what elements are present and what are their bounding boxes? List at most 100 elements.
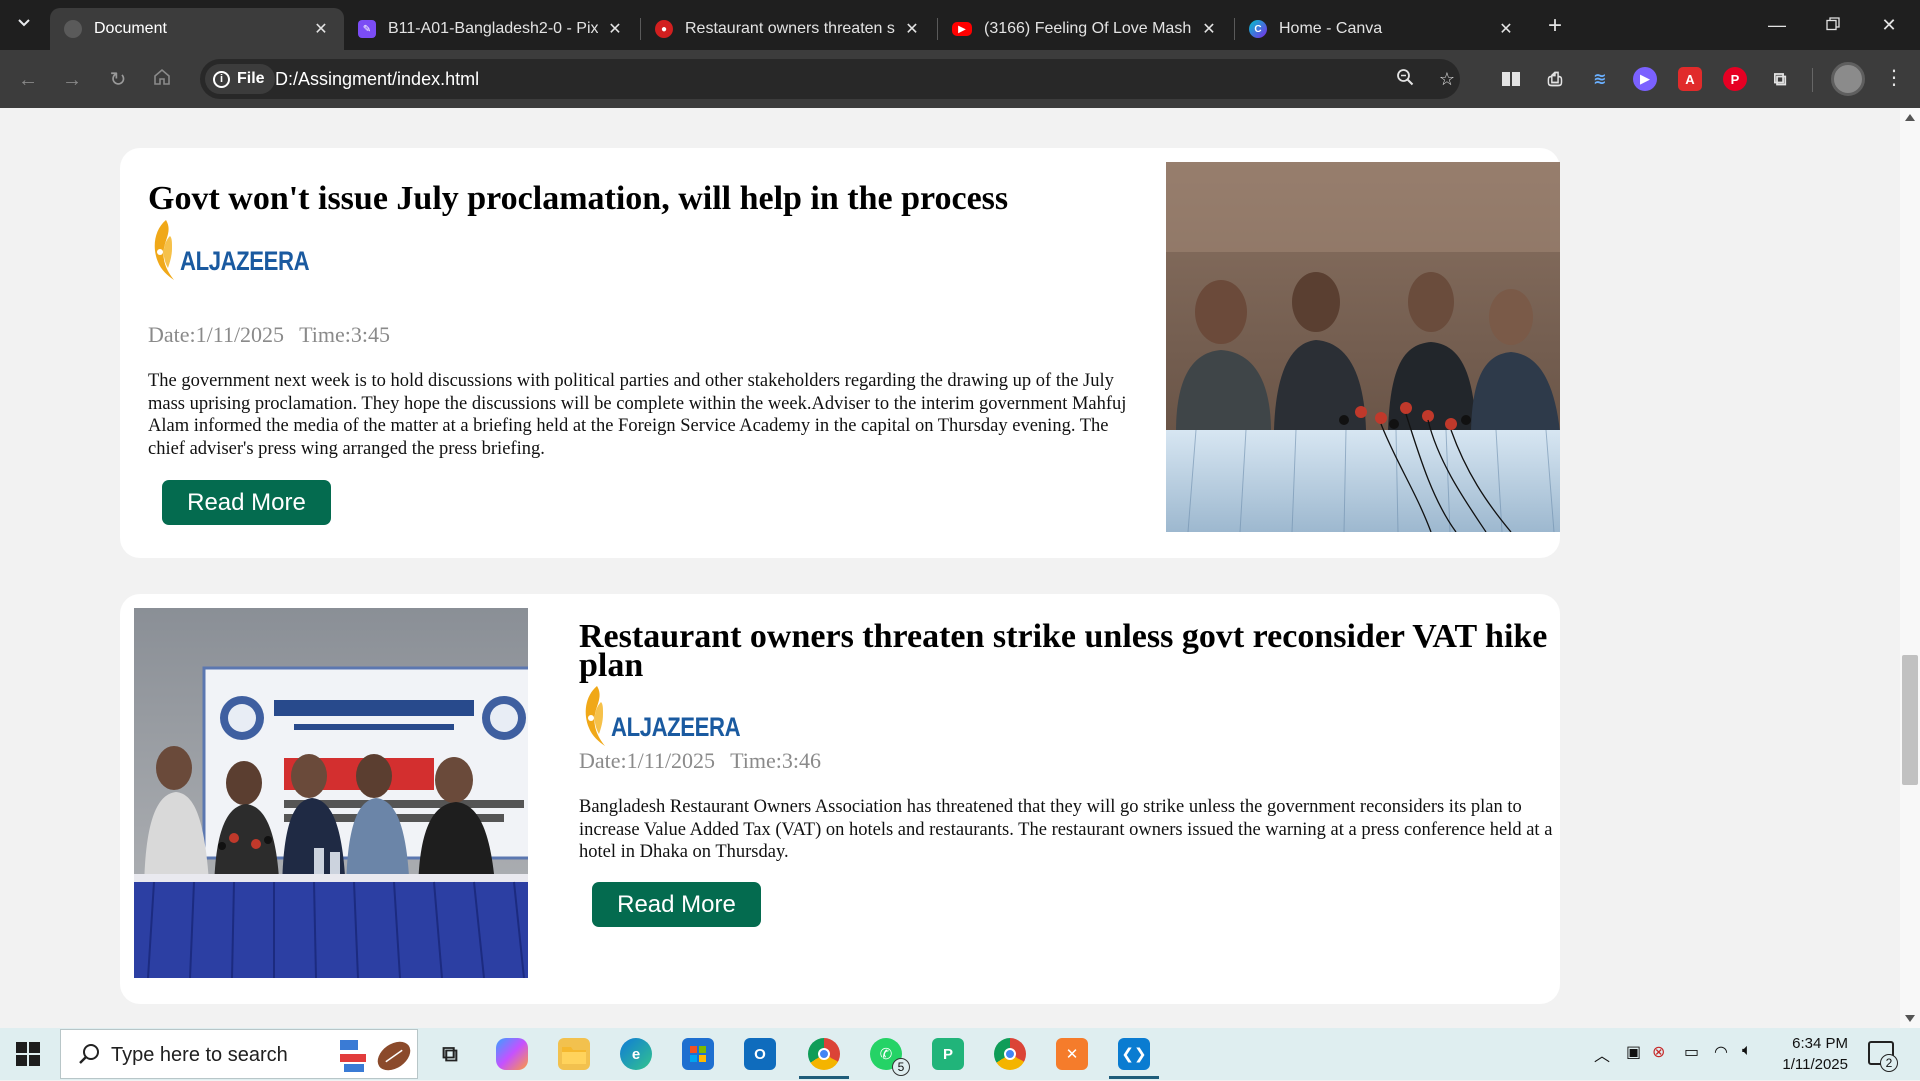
reload-icon[interactable]: ↻ bbox=[104, 66, 132, 94]
article-body: The government next week is to hold disc… bbox=[148, 371, 1127, 459]
windows-taskbar: Type here to search ⧉ e O ✆ 5 P ✕ ❮❯ ︿ ▣… bbox=[0, 1028, 1920, 1080]
article-meta: Date:1/11/2025 Time:3:46 bbox=[579, 748, 821, 774]
file-explorer-icon[interactable] bbox=[558, 1038, 590, 1070]
scrollbar-thumb[interactable] bbox=[1902, 655, 1918, 785]
address-bar[interactable]: i File D:/Assingment/index.html ☆ bbox=[200, 59, 1460, 99]
whatsapp-badge: 5 bbox=[892, 1058, 910, 1076]
extension-print-icon[interactable]: ⎙ bbox=[1543, 67, 1567, 91]
clock-date: 1/11/2025 bbox=[1782, 1056, 1848, 1073]
article-date: Date:1/11/2025 bbox=[148, 322, 285, 347]
pycharm-icon[interactable]: P bbox=[932, 1038, 964, 1070]
aljazeera-emblem-icon bbox=[585, 686, 605, 746]
search-icon bbox=[77, 1042, 101, 1066]
back-icon[interactable]: ← bbox=[14, 66, 42, 94]
youtube-icon: ▶ bbox=[952, 22, 972, 36]
network-error-icon[interactable]: ⊗ bbox=[1652, 1042, 1665, 1062]
aljazeera-emblem-icon bbox=[154, 220, 174, 280]
home-icon[interactable] bbox=[148, 66, 176, 94]
tab-restaurant-news[interactable]: ● Restaurant owners threaten stri ✕ bbox=[641, 8, 935, 50]
toolbar-divider bbox=[1812, 68, 1813, 92]
url-text[interactable]: D:/Assingment/index.html bbox=[275, 69, 479, 90]
extensions-puzzle-icon[interactable]: ⧉ bbox=[1768, 67, 1792, 91]
canva-icon: C bbox=[1249, 20, 1267, 38]
tab-canva[interactable]: C Home - Canva ✕ bbox=[1235, 8, 1529, 50]
tab-title: (3166) Feeling Of Love Mashup bbox=[984, 20, 1192, 37]
site-info-chip[interactable]: i File bbox=[205, 64, 275, 94]
tab-search-chevron-icon[interactable] bbox=[10, 12, 38, 38]
zoom-icon[interactable] bbox=[1394, 68, 1416, 90]
wifi-icon[interactable]: ◠ bbox=[1714, 1042, 1728, 1062]
tab-document[interactable]: Document ✕ bbox=[50, 8, 344, 50]
outlook-icon[interactable]: O bbox=[744, 1038, 776, 1070]
extension-play-icon[interactable]: ▶ bbox=[1633, 67, 1657, 91]
bookmark-star-icon[interactable]: ☆ bbox=[1436, 68, 1458, 90]
article-image-press-conference bbox=[134, 608, 528, 978]
close-tab-icon[interactable]: ✕ bbox=[1200, 19, 1218, 39]
scroll-down-arrow-icon[interactable] bbox=[1905, 1015, 1915, 1022]
page-viewport: Govt won't issue July proclamation, will… bbox=[0, 108, 1900, 1028]
windows-start-icon[interactable] bbox=[16, 1042, 40, 1066]
news-icon: ● bbox=[655, 20, 673, 38]
vscode-icon[interactable]: ❮❯ bbox=[1118, 1038, 1150, 1070]
meet-now-icon[interactable]: ▣ bbox=[1626, 1042, 1641, 1062]
chrome-profile-icon[interactable] bbox=[994, 1038, 1026, 1070]
globe-icon bbox=[64, 20, 82, 38]
article-body: Bangladesh Restaurant Owners Association… bbox=[579, 797, 1553, 862]
new-tab-button[interactable]: + bbox=[1541, 12, 1569, 40]
adobe-acrobat-icon[interactable]: A bbox=[1678, 67, 1702, 91]
logo-wordmark: ALJAZEERA bbox=[180, 246, 310, 276]
logo-wordmark: ALJAZEERA bbox=[611, 712, 741, 742]
news-card: Restaurant owners threaten strike unless… bbox=[120, 594, 1560, 1004]
task-view-icon[interactable]: ⧉ bbox=[434, 1038, 466, 1070]
copilot-icon[interactable] bbox=[496, 1038, 528, 1070]
microsoft-store-icon[interactable] bbox=[682, 1038, 714, 1070]
pinterest-icon[interactable]: P bbox=[1723, 67, 1747, 91]
taskbar-search-box[interactable]: Type here to search bbox=[60, 1029, 418, 1079]
search-placeholder: Type here to search bbox=[111, 1044, 288, 1066]
page-scrollbar[interactable] bbox=[1900, 108, 1920, 1028]
active-app-indicator bbox=[799, 1076, 849, 1079]
xampp-icon[interactable]: ✕ bbox=[1056, 1038, 1088, 1070]
minimize-icon[interactable]: — bbox=[1754, 10, 1800, 40]
battery-icon[interactable]: ▭ bbox=[1684, 1042, 1699, 1062]
tray-overflow-chevron-icon[interactable]: ︿ bbox=[1594, 1042, 1610, 1066]
info-icon: i bbox=[213, 70, 230, 88]
article-date: Date:1/11/2025 bbox=[579, 748, 716, 773]
tab-title: Restaurant owners threaten stri bbox=[685, 20, 895, 37]
article-time: Time:3:46 bbox=[730, 748, 821, 773]
pixso-icon: ✎ bbox=[358, 20, 376, 38]
read-more-button[interactable]: Read More bbox=[592, 882, 761, 927]
close-tab-icon[interactable]: ✕ bbox=[903, 19, 921, 39]
aljazeera-logo: ALJAZEERA bbox=[148, 216, 310, 286]
notification-count: 2 bbox=[1880, 1054, 1898, 1072]
clock-time: 6:34 PM bbox=[1792, 1035, 1848, 1052]
close-tab-icon[interactable]: ✕ bbox=[1497, 19, 1515, 39]
more-menu-icon[interactable]: ⋮ bbox=[1884, 66, 1904, 90]
extension-wave-icon[interactable]: ≋ bbox=[1588, 67, 1612, 91]
restore-icon[interactable] bbox=[1810, 10, 1856, 40]
active-app-indicator bbox=[1109, 1076, 1159, 1079]
tab-youtube[interactable]: ▶ (3166) Feeling Of Love Mashup ✕ bbox=[938, 8, 1232, 50]
aljazeera-logo: ALJAZEERA bbox=[579, 682, 741, 752]
reading-mode-icon[interactable] bbox=[1499, 67, 1523, 91]
article-image-press-briefing bbox=[1166, 162, 1560, 532]
forward-icon[interactable]: → bbox=[58, 66, 86, 94]
tab-pixso[interactable]: ✎ B11-A01-Bangladesh2-0 - Pixso ✕ bbox=[344, 8, 638, 50]
browser-tab-strip: Document ✕ ✎ B11-A01-Bangladesh2-0 - Pix… bbox=[0, 0, 1920, 50]
article-headline: Govt won't issue July proclamation, will… bbox=[148, 180, 1009, 217]
chrome-icon[interactable] bbox=[808, 1038, 840, 1070]
tab-title: Home - Canva bbox=[1279, 20, 1383, 37]
tab-title: Document bbox=[94, 20, 167, 37]
search-highlight-image bbox=[336, 1034, 416, 1076]
article-meta: Date:1/11/2025 Time:3:45 bbox=[148, 322, 390, 348]
article-time: Time:3:45 bbox=[299, 322, 390, 347]
edge-icon[interactable]: e bbox=[620, 1038, 652, 1070]
scroll-up-arrow-icon[interactable] bbox=[1905, 114, 1915, 121]
profile-avatar[interactable] bbox=[1831, 62, 1865, 96]
volume-icon[interactable]: 🔈︎ bbox=[1742, 1042, 1752, 1060]
close-tab-icon[interactable]: ✕ bbox=[312, 19, 330, 39]
close-window-icon[interactable]: ✕ bbox=[1866, 10, 1912, 40]
read-more-button[interactable]: Read More bbox=[162, 480, 331, 525]
taskbar-clock[interactable]: 6:34 PM 1/11/2025 bbox=[1760, 1033, 1848, 1075]
close-tab-icon[interactable]: ✕ bbox=[606, 19, 624, 39]
